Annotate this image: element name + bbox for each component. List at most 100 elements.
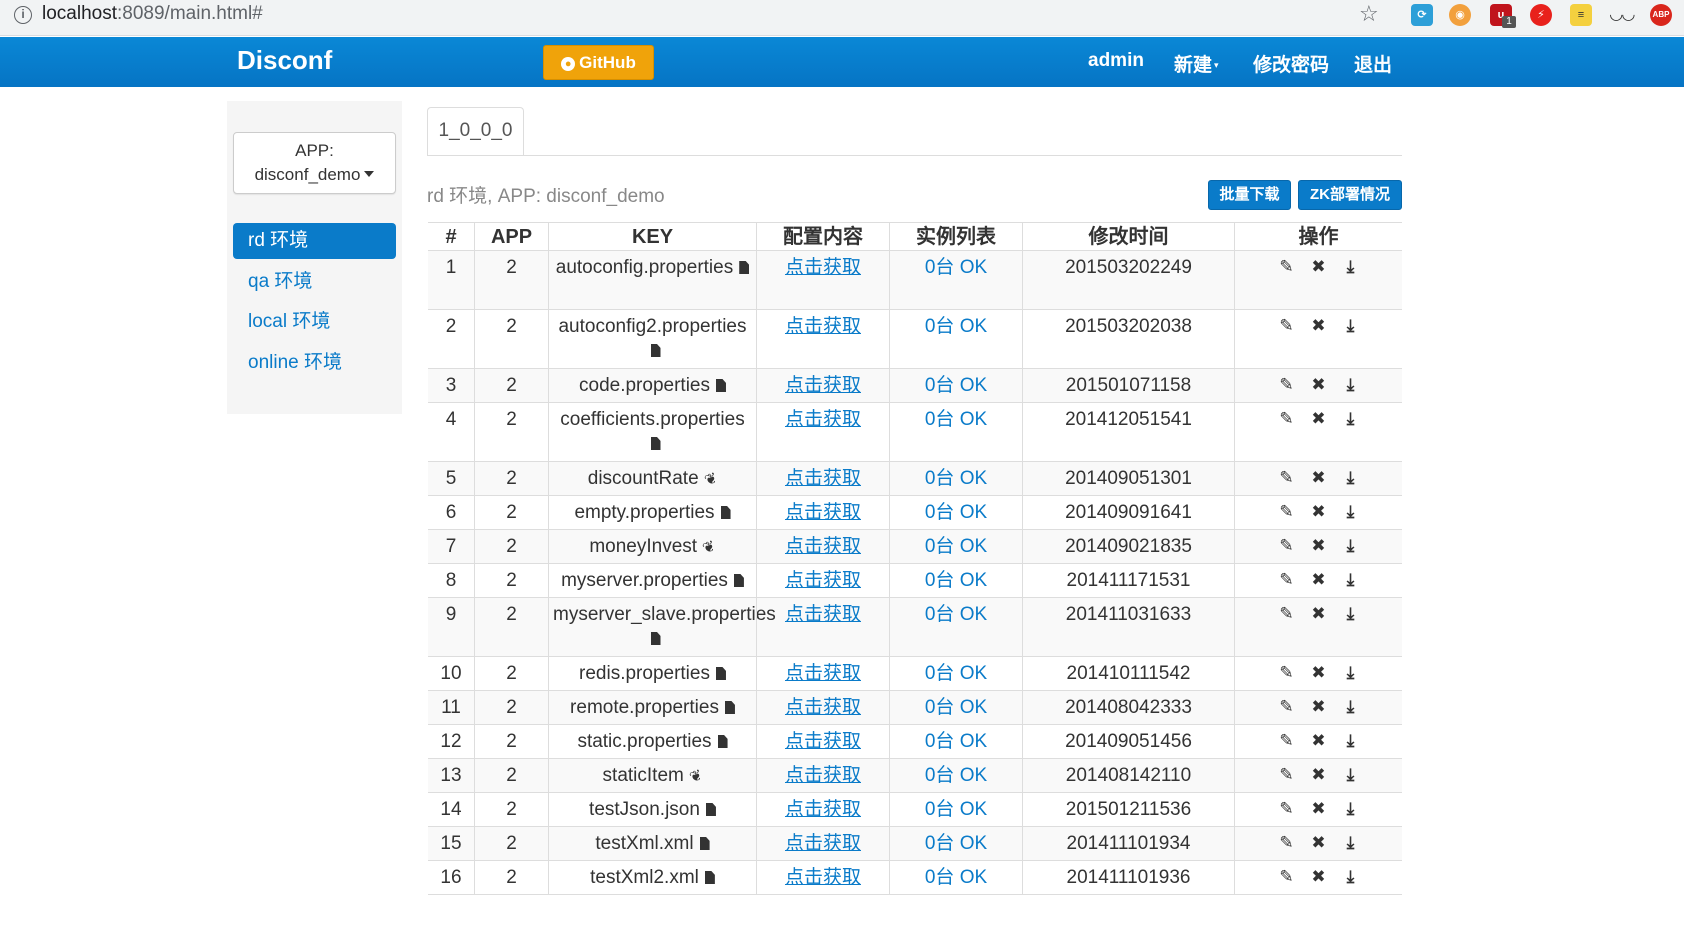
download-icon[interactable]: ⤓ (1335, 662, 1367, 684)
get-content-link[interactable]: 点击获取 (757, 691, 889, 720)
instance-list-link[interactable]: 0台 OK (890, 310, 1022, 339)
get-content-link[interactable]: 点击获取 (757, 251, 889, 280)
sidebar-item-rd[interactable]: rd 环境 (233, 223, 396, 259)
zk-status-button[interactable]: ZK部署情况 (1298, 180, 1402, 210)
download-icon[interactable]: ⤓ (1335, 374, 1367, 396)
extension-translate-icon[interactable]: ≡ (1570, 4, 1592, 26)
download-icon[interactable]: ⤓ (1335, 798, 1367, 820)
extension-sync-icon[interactable]: ⟳ (1411, 4, 1433, 26)
edit-icon[interactable]: ✎ (1271, 467, 1303, 489)
delete-icon[interactable]: ✖ (1303, 662, 1335, 684)
download-icon[interactable]: ⤓ (1335, 467, 1367, 489)
sidebar-item-qa[interactable]: qa 环境 (233, 264, 396, 300)
instance-list-link[interactable]: 0台 OK (890, 530, 1022, 559)
extension-glasses-icon[interactable]: ◡◡ (1610, 4, 1635, 26)
delete-icon[interactable]: ✖ (1303, 315, 1335, 337)
download-icon[interactable]: ⤓ (1335, 501, 1367, 523)
instance-list-link[interactable]: 0台 OK (890, 496, 1022, 525)
edit-icon[interactable]: ✎ (1271, 662, 1303, 684)
instance-list-link[interactable]: 0台 OK (890, 462, 1022, 491)
delete-icon[interactable]: ✖ (1303, 374, 1335, 396)
get-content-link[interactable]: 点击获取 (757, 403, 889, 432)
batch-download-button[interactable]: 批量下载 (1208, 180, 1291, 210)
edit-icon[interactable]: ✎ (1271, 315, 1303, 337)
instance-list-link[interactable]: 0台 OK (890, 564, 1022, 593)
extension-flash-icon[interactable]: ⚡ (1530, 4, 1552, 26)
edit-icon[interactable]: ✎ (1271, 256, 1303, 278)
sidebar-item-local[interactable]: local 环境 (233, 304, 396, 340)
instance-list-link[interactable]: 0台 OK (890, 369, 1022, 398)
instance-list-link[interactable]: 0台 OK (890, 251, 1022, 280)
delete-icon[interactable]: ✖ (1303, 832, 1335, 854)
edit-icon[interactable]: ✎ (1271, 374, 1303, 396)
instance-list-link[interactable]: 0台 OK (890, 827, 1022, 856)
delete-icon[interactable]: ✖ (1303, 256, 1335, 278)
instance-list-link[interactable]: 0台 OK (890, 793, 1022, 822)
extension-adblock-icon[interactable]: ABP (1650, 4, 1672, 26)
instance-list-link[interactable]: 0台 OK (890, 861, 1022, 890)
instance-list-link[interactable]: 0台 OK (890, 725, 1022, 754)
delete-icon[interactable]: ✖ (1303, 696, 1335, 718)
get-content-link[interactable]: 点击获取 (757, 793, 889, 822)
delete-icon[interactable]: ✖ (1303, 501, 1335, 523)
delete-icon[interactable]: ✖ (1303, 408, 1335, 430)
delete-icon[interactable]: ✖ (1303, 603, 1335, 625)
tab-version[interactable]: 1_0_0_0 (427, 107, 524, 156)
nav-change-password[interactable]: 修改密码 (1253, 50, 1329, 77)
download-icon[interactable]: ⤓ (1335, 535, 1367, 557)
app-select-button[interactable]: APP: disconf_demo (233, 132, 396, 194)
edit-icon[interactable]: ✎ (1271, 764, 1303, 786)
github-button[interactable]: ● GitHub (543, 45, 654, 80)
get-content-link[interactable]: 点击获取 (757, 564, 889, 593)
download-icon[interactable]: ⤓ (1335, 730, 1367, 752)
download-icon[interactable]: ⤓ (1335, 256, 1367, 278)
download-icon[interactable]: ⤓ (1335, 832, 1367, 854)
get-content-link[interactable]: 点击获取 (757, 861, 889, 890)
delete-icon[interactable]: ✖ (1303, 569, 1335, 591)
get-content-link[interactable]: 点击获取 (757, 598, 889, 627)
instance-list-link[interactable]: 0台 OK (890, 403, 1022, 432)
get-content-link[interactable]: 点击获取 (757, 725, 889, 754)
extension-snail-icon[interactable]: ◉ (1449, 4, 1471, 26)
edit-icon[interactable]: ✎ (1271, 798, 1303, 820)
edit-icon[interactable]: ✎ (1271, 603, 1303, 625)
download-icon[interactable]: ⤓ (1335, 764, 1367, 786)
instance-list-link[interactable]: 0台 OK (890, 657, 1022, 686)
download-icon[interactable]: ⤓ (1335, 866, 1367, 888)
delete-icon[interactable]: ✖ (1303, 764, 1335, 786)
download-icon[interactable]: ⤓ (1335, 603, 1367, 625)
download-icon[interactable]: ⤓ (1335, 569, 1367, 591)
get-content-link[interactable]: 点击获取 (757, 657, 889, 686)
edit-icon[interactable]: ✎ (1271, 832, 1303, 854)
sidebar-item-online[interactable]: online 环境 (233, 345, 396, 381)
instance-list-link[interactable]: 0台 OK (890, 598, 1022, 627)
get-content-link[interactable]: 点击获取 (757, 369, 889, 398)
get-content-link[interactable]: 点击获取 (757, 310, 889, 339)
edit-icon[interactable]: ✎ (1271, 866, 1303, 888)
edit-icon[interactable]: ✎ (1271, 730, 1303, 752)
delete-icon[interactable]: ✖ (1303, 535, 1335, 557)
nav-create[interactable]: 新建 ▾ (1174, 50, 1219, 77)
download-icon[interactable]: ⤓ (1335, 696, 1367, 718)
site-info-icon[interactable]: i (14, 6, 32, 24)
bookmark-star-icon[interactable]: ☆ (1359, 1, 1379, 27)
edit-icon[interactable]: ✎ (1271, 569, 1303, 591)
edit-icon[interactable]: ✎ (1271, 696, 1303, 718)
brand-logo[interactable]: Disconf (237, 45, 332, 76)
get-content-link[interactable]: 点击获取 (757, 530, 889, 559)
delete-icon[interactable]: ✖ (1303, 798, 1335, 820)
get-content-link[interactable]: 点击获取 (757, 496, 889, 525)
address-bar[interactable]: localhost:8089/main.html# (42, 3, 263, 25)
download-icon[interactable]: ⤓ (1335, 315, 1367, 337)
delete-icon[interactable]: ✖ (1303, 730, 1335, 752)
instance-list-link[interactable]: 0台 OK (890, 759, 1022, 788)
get-content-link[interactable]: 点击获取 (757, 827, 889, 856)
get-content-link[interactable]: 点击获取 (757, 759, 889, 788)
edit-icon[interactable]: ✎ (1271, 408, 1303, 430)
instance-list-link[interactable]: 0台 OK (890, 691, 1022, 720)
nav-logout[interactable]: 退出 (1354, 50, 1392, 77)
delete-icon[interactable]: ✖ (1303, 866, 1335, 888)
download-icon[interactable]: ⤓ (1335, 408, 1367, 430)
edit-icon[interactable]: ✎ (1271, 535, 1303, 557)
nav-user[interactable]: admin (1088, 50, 1144, 72)
